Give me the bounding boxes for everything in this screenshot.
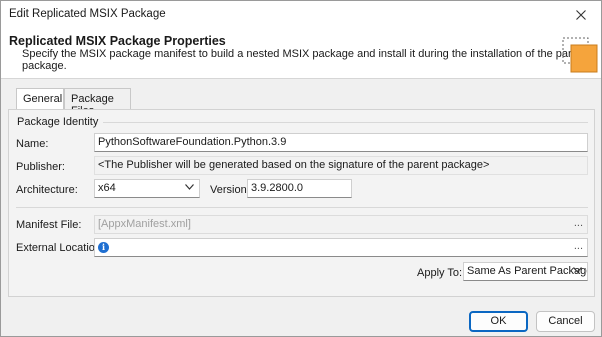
dialog-window: Edit Replicated MSIX Package Replicated … <box>0 0 602 337</box>
version-field[interactable]: 3.9.2800.0 <box>247 179 352 198</box>
name-label: Name: <box>16 138 49 150</box>
general-panel: Package Identity Name: PythonSoftwareFou… <box>8 109 595 297</box>
manifest-file-label: Manifest File: <box>16 219 82 231</box>
publisher-field: <The Publisher will be generated based o… <box>94 156 588 175</box>
apply-to-combo[interactable]: Same As Parent Package <box>463 262 588 281</box>
external-browse-button[interactable]: ... <box>574 240 583 252</box>
tab-package-files[interactable]: Package Files <box>64 88 131 117</box>
manifest-browse-button[interactable]: ... <box>574 217 583 229</box>
architecture-combo[interactable]: x64 <box>94 179 200 198</box>
apply-to-value: Same As Parent Package <box>467 265 588 277</box>
header-title: Replicated MSIX Package Properties <box>9 34 226 48</box>
package-icon <box>562 37 598 73</box>
name-field[interactable]: PythonSoftwareFoundation.Python.3.9 <box>94 133 588 152</box>
version-label: Version: <box>210 184 250 196</box>
close-button[interactable] <box>571 5 591 25</box>
window-title: Edit Replicated MSIX Package <box>9 8 166 20</box>
section-divider <box>16 207 588 208</box>
manifest-file-placeholder: [AppxManifest.xml] <box>98 218 191 230</box>
info-icon[interactable]: i <box>98 242 109 253</box>
publisher-label: Publisher: <box>16 161 65 173</box>
external-location-field[interactable]: i ... <box>94 238 588 257</box>
apply-to-label: Apply To: <box>417 267 463 279</box>
header-description: Specify the MSIX package manifest to bui… <box>22 48 588 72</box>
group-divider <box>103 122 588 123</box>
title-bar: Edit Replicated MSIX Package <box>1 1 601 28</box>
dialog-header: Replicated MSIX Package Properties Speci… <box>1 28 601 79</box>
ok-button[interactable]: OK <box>469 311 528 332</box>
tab-general[interactable]: General <box>16 88 64 111</box>
manifest-file-field: [AppxManifest.xml] ... <box>94 215 588 234</box>
architecture-value: x64 <box>98 182 116 194</box>
package-identity-label: Package Identity <box>17 116 99 128</box>
chevron-down-icon <box>573 267 582 273</box>
external-location-label: External Location: <box>16 242 105 254</box>
chevron-down-icon <box>185 184 194 190</box>
architecture-label: Architecture: <box>16 184 78 196</box>
cancel-button[interactable]: Cancel <box>536 311 595 332</box>
close-icon <box>576 10 586 20</box>
